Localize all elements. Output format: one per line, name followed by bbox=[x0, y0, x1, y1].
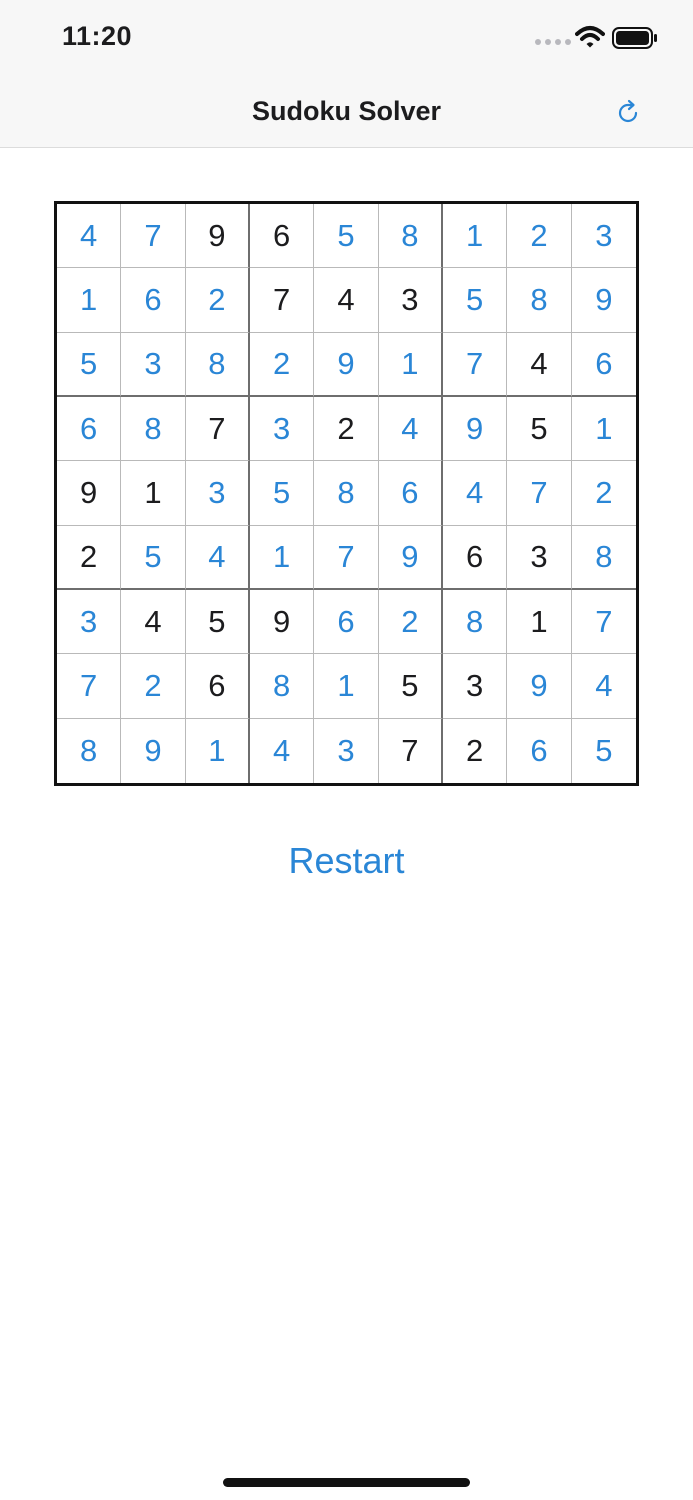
sudoku-cell[interactable]: 7 bbox=[443, 332, 508, 397]
sudoku-cell[interactable]: 8 bbox=[250, 654, 315, 719]
sudoku-cell[interactable]: 6 bbox=[571, 333, 636, 397]
sudoku-cell[interactable]: 3 bbox=[378, 268, 443, 333]
home-indicator bbox=[223, 1478, 470, 1487]
sudoku-cell[interactable]: 4 bbox=[314, 268, 379, 333]
restart-button[interactable]: Restart bbox=[0, 840, 693, 882]
battery-icon bbox=[612, 27, 657, 49]
sudoku-cell[interactable]: 9 bbox=[314, 332, 379, 397]
sudoku-cell[interactable]: 3 bbox=[314, 718, 379, 783]
sudoku-cell[interactable]: 4 bbox=[378, 397, 443, 462]
sudoku-cell[interactable]: 8 bbox=[121, 397, 186, 462]
sudoku-cell[interactable]: 8 bbox=[185, 332, 250, 397]
sudoku-cell[interactable]: 6 bbox=[121, 268, 186, 333]
sudoku-cell[interactable]: 9 bbox=[507, 654, 572, 719]
sudoku-cell[interactable]: 6 bbox=[443, 525, 508, 590]
sudoku-cell[interactable]: 1 bbox=[443, 204, 508, 269]
refresh-icon bbox=[618, 99, 638, 123]
sudoku-cell[interactable]: 7 bbox=[57, 654, 122, 719]
sudoku-cell[interactable]: 1 bbox=[186, 718, 250, 783]
sudoku-cell[interactable]: 1 bbox=[250, 525, 315, 590]
refresh-button[interactable] bbox=[612, 95, 646, 129]
sudoku-cell[interactable]: 5 bbox=[314, 204, 379, 269]
sudoku-cell[interactable]: 9 bbox=[121, 718, 186, 783]
sudoku-cell[interactable]: 2 bbox=[121, 654, 186, 719]
status-time: 11:20 bbox=[62, 21, 133, 51]
sudoku-cell[interactable]: 1 bbox=[314, 654, 379, 719]
sudoku-cell[interactable]: 4 bbox=[507, 332, 572, 397]
sudoku-cell[interactable]: 2 bbox=[250, 332, 315, 397]
sudoku-cell[interactable]: 8 bbox=[57, 718, 122, 783]
sudoku-cell[interactable]: 5 bbox=[185, 590, 250, 655]
sudoku-cell[interactable]: 2 bbox=[378, 590, 443, 655]
sudoku-cell[interactable]: 6 bbox=[314, 590, 379, 655]
sudoku-cell[interactable]: 5 bbox=[378, 654, 443, 719]
sudoku-cell[interactable]: 2 bbox=[507, 204, 572, 269]
wifi-icon bbox=[575, 26, 605, 48]
sudoku-cell[interactable]: 4 bbox=[250, 718, 315, 783]
sudoku-cell[interactable]: 8 bbox=[507, 268, 572, 333]
sudoku-cell[interactable]: 9 bbox=[378, 525, 443, 590]
sudoku-cell[interactable]: 8 bbox=[571, 526, 636, 590]
sudoku-cell[interactable]: 5 bbox=[572, 719, 636, 783]
sudoku-cell[interactable]: 9 bbox=[57, 461, 122, 526]
sudoku-cell[interactable]: 6 bbox=[250, 204, 315, 269]
page-title: Sudoku Solver bbox=[251, 96, 442, 126]
sudoku-cell[interactable]: 9 bbox=[250, 590, 315, 655]
sudoku-cell[interactable]: 5 bbox=[250, 461, 315, 526]
sudoku-cell[interactable]: 3 bbox=[507, 525, 572, 590]
sudoku-cell[interactable]: 5 bbox=[121, 525, 186, 590]
navigation-bar: Sudoku Solver bbox=[0, 80, 693, 148]
sudoku-cell[interactable]: 3 bbox=[250, 397, 315, 462]
sudoku-cell[interactable]: 7 bbox=[507, 461, 572, 526]
sudoku-cell[interactable]: 1 bbox=[378, 332, 443, 397]
sudoku-cell[interactable]: 2 bbox=[443, 718, 508, 783]
sudoku-cell[interactable]: 3 bbox=[185, 461, 250, 526]
sudoku-cell[interactable]: 1 bbox=[507, 590, 572, 655]
sudoku-cell[interactable]: 5 bbox=[507, 397, 572, 462]
sudoku-cell[interactable]: 4 bbox=[121, 590, 186, 655]
sudoku-cell[interactable]: 3 bbox=[443, 654, 508, 719]
sudoku-cell[interactable]: 6 bbox=[378, 461, 443, 526]
sudoku-cell[interactable]: 4 bbox=[57, 204, 122, 269]
sudoku-cell[interactable]: 4 bbox=[185, 525, 250, 590]
sudoku-cell[interactable]: 7 bbox=[571, 590, 636, 655]
sudoku-cell[interactable]: 5 bbox=[57, 332, 122, 397]
sudoku-cell[interactable]: 2 bbox=[314, 397, 379, 462]
sudoku-cell[interactable]: 1 bbox=[57, 268, 122, 333]
status-bar: 11:20 bbox=[0, 0, 693, 80]
sudoku-cell[interactable]: 7 bbox=[121, 204, 186, 269]
sudoku-cell[interactable]: 3 bbox=[571, 204, 636, 269]
sudoku-cell[interactable]: 8 bbox=[443, 590, 508, 655]
sudoku-cell[interactable]: 5 bbox=[443, 268, 508, 333]
sudoku-cell[interactable]: 7 bbox=[250, 268, 315, 333]
sudoku-cell[interactable]: 2 bbox=[571, 461, 636, 526]
sudoku-cell[interactable]: 7 bbox=[185, 397, 250, 462]
sudoku-cell[interactable]: 2 bbox=[185, 268, 250, 333]
sudoku-cell[interactable]: 9 bbox=[571, 268, 636, 333]
sudoku-cell[interactable]: 1 bbox=[121, 461, 186, 526]
sudoku-cell[interactable]: 9 bbox=[185, 204, 250, 269]
sudoku-cell[interactable]: 8 bbox=[314, 461, 379, 526]
sudoku-cell[interactable]: 6 bbox=[185, 654, 250, 719]
sudoku-cell[interactable]: 1 bbox=[571, 397, 636, 462]
sudoku-cell[interactable]: 8 bbox=[378, 204, 443, 269]
sudoku-board: 4796581231627435895382917466873249519135… bbox=[54, 201, 639, 786]
sudoku-cell[interactable]: 4 bbox=[443, 461, 508, 526]
sudoku-cell[interactable]: 7 bbox=[379, 718, 443, 783]
sudoku-cell[interactable]: 7 bbox=[314, 525, 379, 590]
cellular-signal-icon bbox=[535, 39, 571, 45]
sudoku-cell[interactable]: 6 bbox=[507, 718, 572, 783]
sudoku-cell[interactable]: 2 bbox=[57, 525, 122, 590]
sudoku-cell[interactable]: 4 bbox=[571, 654, 636, 719]
sudoku-cell[interactable]: 3 bbox=[57, 590, 122, 655]
sudoku-cell[interactable]: 3 bbox=[121, 332, 186, 397]
sudoku-cell[interactable]: 6 bbox=[57, 397, 122, 462]
sudoku-cell[interactable]: 9 bbox=[443, 397, 508, 462]
